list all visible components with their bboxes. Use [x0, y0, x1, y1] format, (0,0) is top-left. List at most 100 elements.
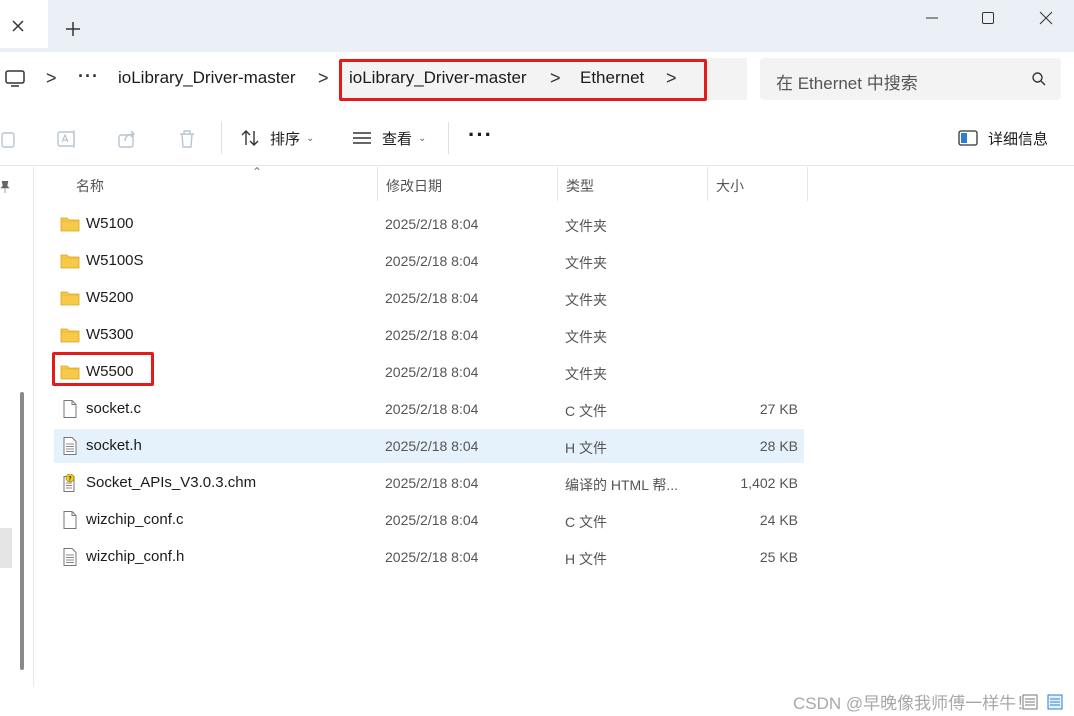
navigation-pane[interactable] — [0, 167, 34, 716]
sort-ascending-icon: ⌃ — [252, 165, 263, 179]
address-row: > ··· ioLibrary_Driver-master > ioLibrar… — [0, 52, 1074, 108]
column-modified-label: 修改日期 — [386, 178, 442, 194]
file-modified-date: 2025/2/18 8:04 — [385, 475, 479, 491]
watermark: CSDN @早晚像我师傅一样牛！ — [793, 694, 1034, 713]
folder-icon — [60, 289, 80, 307]
file-type: C 文件 — [565, 403, 607, 419]
file-row[interactable]: socket.h 2025/2/18 8:04 H 文件 28 KB — [54, 429, 804, 463]
column-header-size[interactable]: 大小 — [708, 167, 808, 201]
details-pane-icon — [958, 130, 978, 146]
search-placeholder: 在 Ethernet 中搜索 — [776, 74, 918, 93]
file-size: 28 KB — [759, 438, 798, 454]
svg-text:?: ? — [68, 475, 72, 482]
file-row[interactable]: W5100S 2025/2/18 8:04 文件夹 — [54, 244, 804, 278]
column-header-modified[interactable]: 修改日期 — [378, 167, 558, 201]
file-row[interactable]: W5300 2025/2/18 8:04 文件夹 — [54, 318, 804, 352]
file-size: 24 KB — [759, 512, 798, 528]
toolbar-divider — [448, 122, 449, 154]
this-pc-icon[interactable] — [4, 69, 26, 89]
share-icon[interactable] — [116, 128, 138, 150]
chevron-down-icon: ⌄ — [418, 132, 427, 144]
pin-icon — [0, 181, 10, 193]
file-row[interactable]: wizchip_conf.c 2025/2/18 8:04 C 文件 24 KB — [54, 503, 804, 537]
file-name: socket.c — [86, 400, 142, 417]
close-tab-icon[interactable] — [10, 18, 26, 34]
search-icon[interactable] — [1031, 71, 1047, 87]
column-size-label: 大小 — [716, 178, 744, 194]
folder-icon — [60, 215, 80, 233]
file-row[interactable]: W5200 2025/2/18 8:04 文件夹 — [54, 281, 804, 315]
details-pane-button[interactable]: 详细信息 — [958, 120, 1048, 156]
breadcrumb-separator[interactable]: > — [666, 68, 677, 89]
file-list: 名称 ⌃ 修改日期 类型 大小 W5100 2025/2/18 8:04 文件夹 W5… — [34, 165, 1074, 716]
file-type: H 文件 — [565, 440, 607, 456]
navigation-scrollbar[interactable] — [20, 392, 24, 670]
rename-icon[interactable] — [56, 128, 78, 150]
view-mode-icons[interactable] — [1022, 694, 1066, 710]
column-name-label: 名称 — [76, 178, 104, 194]
file-type: 文件夹 — [565, 329, 607, 345]
file-type: 文件夹 — [565, 366, 607, 382]
c-file-icon — [60, 511, 80, 529]
file-modified-date: 2025/2/18 8:04 — [385, 549, 479, 565]
copy-icon[interactable] — [0, 128, 18, 150]
navigation-pane-item[interactable] — [0, 528, 12, 568]
search-input[interactable]: 在 Ethernet 中搜索 — [760, 58, 1061, 100]
window-close-icon[interactable] — [1036, 8, 1056, 28]
file-name: W5500 — [86, 363, 134, 380]
delete-icon[interactable] — [176, 128, 198, 150]
file-row[interactable]: socket.c 2025/2/18 8:04 C 文件 27 KB — [54, 392, 804, 426]
file-type: H 文件 — [565, 551, 607, 567]
file-modified-date: 2025/2/18 8:04 — [385, 512, 479, 528]
breadcrumb-separator[interactable]: > — [550, 68, 561, 89]
view-button[interactable]: 查看 ⌄ — [352, 120, 426, 156]
file-type: C 文件 — [565, 514, 607, 530]
file-row[interactable]: W5500 2025/2/18 8:04 文件夹 — [54, 355, 804, 389]
chevron-down-icon: ⌄ — [306, 132, 315, 144]
file-type: 文件夹 — [565, 255, 607, 271]
maximize-icon[interactable] — [978, 8, 998, 28]
file-name: W5100 — [86, 215, 134, 232]
h-file-icon — [60, 437, 80, 455]
title-tab-bar — [0, 0, 1074, 52]
file-modified-date: 2025/2/18 8:04 — [385, 290, 479, 306]
file-name: W5100S — [86, 252, 144, 269]
command-bar: 排序 ⌄ 查看 ⌄ ··· 详细信息 — [0, 108, 1074, 166]
file-name: W5300 — [86, 326, 134, 343]
breadcrumb-item[interactable]: ioLibrary_Driver-master — [118, 68, 296, 88]
more-options-button[interactable]: ··· — [468, 122, 493, 148]
file-row[interactable]: wizchip_conf.h 2025/2/18 8:04 H 文件 25 KB — [54, 540, 804, 574]
chm-help-icon: ? — [60, 473, 80, 492]
toolbar-divider — [221, 122, 222, 154]
sort-label: 排序 — [270, 130, 301, 148]
file-modified-date: 2025/2/18 8:04 — [385, 438, 479, 454]
folder-icon — [60, 363, 80, 381]
c-file-icon — [60, 400, 80, 418]
file-size: 27 KB — [759, 401, 798, 417]
active-tab[interactable] — [0, 0, 48, 48]
breadcrumb-separator[interactable]: > — [318, 68, 329, 89]
column-header-type[interactable]: 类型 — [558, 167, 708, 201]
breadcrumb-item[interactable]: ioLibrary_Driver-master — [349, 68, 527, 88]
sort-icon — [241, 130, 259, 146]
file-name: wizchip_conf.c — [86, 511, 184, 528]
new-tab-icon[interactable] — [64, 20, 82, 38]
file-name: wizchip_conf.h — [86, 548, 185, 565]
file-row[interactable]: ? Socket_APIs_V3.0.3.chm 2025/2/18 8:04 编译的… — [54, 466, 804, 500]
breadcrumb-item-current[interactable]: Ethernet — [580, 68, 644, 88]
folder-icon — [60, 252, 80, 270]
column-header-name[interactable]: 名称 ⌃ — [68, 165, 378, 201]
view-label: 查看 — [382, 130, 413, 148]
file-modified-date: 2025/2/18 8:04 — [385, 364, 479, 380]
file-type: 文件夹 — [565, 218, 607, 234]
file-name: Socket_APIs_V3.0.3.chm — [86, 474, 257, 491]
minimize-icon[interactable] — [922, 8, 942, 28]
h-file-icon — [60, 548, 80, 566]
file-type: 文件夹 — [565, 292, 607, 308]
breadcrumb-separator[interactable]: > — [46, 68, 57, 89]
file-modified-date: 2025/2/18 8:04 — [385, 253, 479, 269]
file-row[interactable]: W5100 2025/2/18 8:04 文件夹 — [54, 207, 804, 241]
breadcrumb-overflow[interactable]: ··· — [78, 66, 99, 87]
file-size: 25 KB — [759, 549, 798, 565]
sort-button[interactable]: 排序 ⌄ — [240, 120, 314, 156]
